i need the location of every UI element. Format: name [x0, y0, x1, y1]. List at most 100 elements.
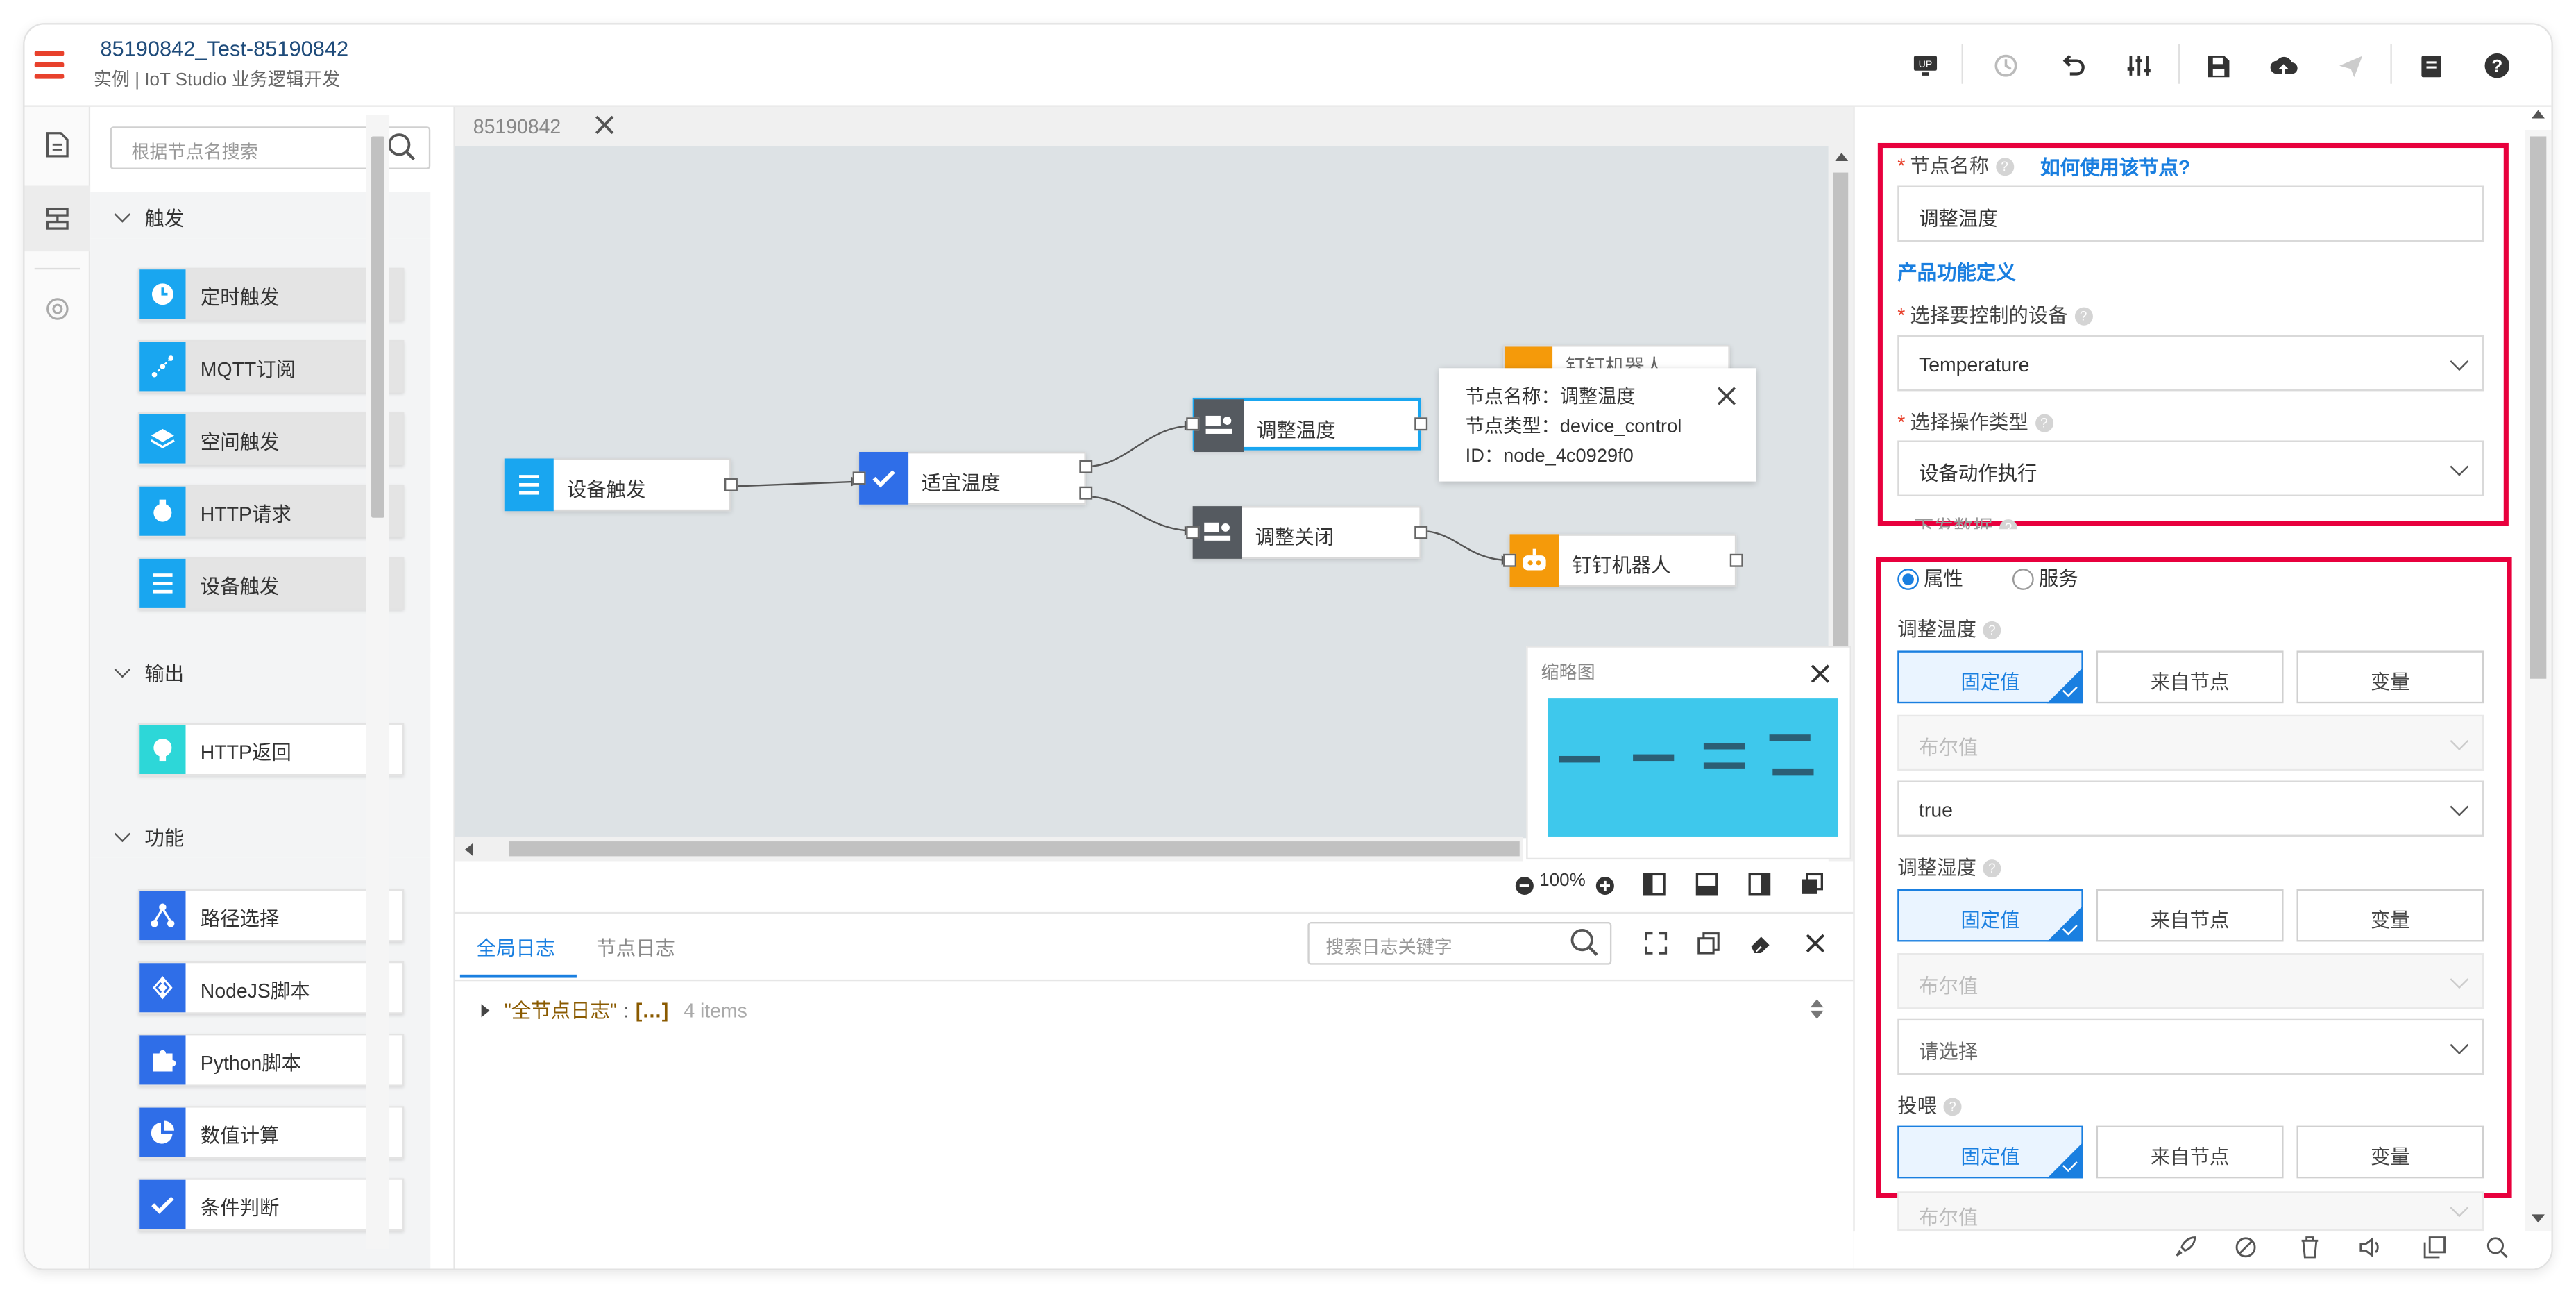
toggle-bottom-panel-icon[interactable] — [1695, 873, 1718, 896]
output-port[interactable] — [1414, 526, 1428, 539]
document-icon[interactable] — [2414, 48, 2450, 84]
segment-fixed-value[interactable]: 固定值 — [1897, 1125, 2083, 1179]
node-device-trigger[interactable]: 设备触发 — [504, 458, 738, 512]
segment-from-node[interactable]: 来自节点 — [2096, 889, 2284, 942]
trash-icon[interactable] — [2295, 1232, 2325, 1262]
output-port[interactable] — [1414, 417, 1428, 431]
fullscreen-icon[interactable] — [1645, 932, 1668, 955]
copy-icon[interactable] — [1697, 932, 1720, 955]
tab-node-log[interactable]: 节点日志 — [596, 934, 675, 961]
nodes-icon[interactable] — [24, 185, 91, 252]
palette-item-timer[interactable]: 定时触发 — [137, 267, 405, 321]
palette-item-http-response[interactable]: HTTP返回 — [137, 723, 405, 776]
palette-item-mqtt[interactable]: MQTT订阅 — [137, 340, 405, 393]
radio-property[interactable]: 属性 — [1897, 564, 1963, 591]
node-dingtalk-robot[interactable]: 钉钉机器人 — [1503, 534, 1743, 587]
zoom-out-icon[interactable] — [1515, 874, 1534, 895]
how-to-use-link[interactable]: 如何使用该节点? — [2040, 153, 2190, 180]
help-circle-icon[interactable]: ? — [1983, 859, 2001, 878]
config-scroll-thumb[interactable] — [2530, 136, 2547, 679]
input-port[interactable] — [1503, 553, 1517, 567]
segment-fixed-value[interactable]: 固定值 — [1897, 889, 2083, 942]
help-circle-icon[interactable]: ? — [1995, 158, 2014, 177]
node-adjust-close[interactable]: 调整关闭 — [1186, 506, 1428, 559]
log-search-input[interactable]: 搜索日志关键字 — [1307, 922, 1612, 965]
scroll-up-arrow[interactable] — [1835, 153, 1849, 161]
close-minimap-icon[interactable] — [1811, 662, 1830, 683]
help-circle-icon[interactable]: ? — [2074, 308, 2093, 326]
tab-global-log[interactable]: 全局日志 — [477, 934, 556, 961]
segment-variable[interactable]: 变量 — [2296, 1125, 2484, 1179]
undo-icon[interactable] — [2055, 48, 2091, 84]
param-value-select[interactable]: 请选择 — [1897, 1018, 2484, 1075]
output-port[interactable] — [1729, 553, 1743, 567]
scroll-left-arrow[interactable] — [464, 843, 473, 857]
close-log-icon[interactable] — [1804, 932, 1827, 955]
input-port[interactable] — [1186, 417, 1200, 431]
canvas-hscroll-thumb[interactable] — [509, 841, 1520, 857]
node-temp-check[interactable]: 适宜温度 — [852, 452, 1093, 505]
input-port[interactable] — [1186, 526, 1200, 539]
help-icon[interactable]: ? — [2479, 48, 2515, 84]
history-icon[interactable] — [1988, 48, 2024, 84]
component-icon[interactable] — [25, 276, 91, 342]
palette-item-route[interactable]: 路径选择 — [137, 889, 405, 942]
file-icon[interactable] — [25, 112, 91, 178]
settings-sliders-icon[interactable] — [2121, 48, 2157, 84]
segment-variable[interactable]: 变量 — [2296, 889, 2484, 942]
log-entry[interactable]: "全节点日志": […] 4 items — [481, 996, 747, 1024]
help-circle-icon[interactable]: ? — [2035, 414, 2053, 433]
toggle-right-panel-icon[interactable] — [1748, 873, 1771, 896]
segment-variable[interactable]: 变量 — [2296, 650, 2484, 704]
palette-scroll-thumb[interactable] — [371, 136, 384, 518]
product-definition-link[interactable]: 产品功能定义 — [1897, 258, 2015, 286]
rocket-icon[interactable] — [2170, 1232, 2200, 1262]
preview-icon[interactable]: UP — [1907, 48, 1943, 84]
menu-icon[interactable] — [34, 51, 65, 79]
palette-item-device-trigger[interactable]: 设备触发 — [137, 557, 405, 610]
save-icon[interactable] — [2200, 48, 2236, 84]
search-icon[interactable] — [1569, 927, 1602, 959]
chevron-down-icon — [114, 825, 131, 843]
volume-icon[interactable] — [2356, 1232, 2386, 1262]
palette-item-space-trigger[interactable]: 空间触发 — [137, 412, 405, 465]
op-type-select[interactable]: 设备动作执行 — [1897, 440, 2484, 496]
output-port[interactable] — [1079, 486, 1093, 500]
segment-from-node[interactable]: 来自节点 — [2096, 650, 2284, 704]
scroll-up-arrow[interactable] — [2532, 110, 2545, 119]
node-adjust-temp[interactable]: 调整温度 — [1186, 397, 1428, 453]
param-value-select[interactable]: true — [1897, 780, 2484, 837]
input-port[interactable] — [852, 471, 866, 485]
palette-item-condition[interactable]: 条件判断 — [137, 1178, 405, 1232]
segment-from-node[interactable]: 来自节点 — [2096, 1125, 2284, 1179]
close-tooltip-icon[interactable] — [1715, 385, 1738, 407]
deploy-cloud-icon[interactable] — [2266, 48, 2302, 84]
output-port[interactable] — [724, 478, 738, 491]
minimap-viewport[interactable] — [1547, 698, 1839, 837]
scroll-down-arrow[interactable] — [2532, 1214, 2545, 1223]
zoom-in-icon[interactable] — [1595, 874, 1615, 895]
duplicate-icon[interactable] — [2420, 1232, 2450, 1262]
radio-service[interactable]: 服务 — [2012, 564, 2078, 591]
minimap-toggle-icon[interactable] — [1801, 873, 1824, 896]
device-select[interactable]: Temperature — [1897, 335, 2484, 392]
toggle-left-panel-icon[interactable] — [1643, 873, 1666, 896]
search-icon[interactable] — [386, 131, 418, 164]
publish-icon[interactable] — [2333, 48, 2369, 84]
palette-item-python[interactable]: Python脚本 — [137, 1034, 405, 1086]
segment-fixed-value[interactable]: 固定值 — [1897, 650, 2083, 704]
eraser-icon[interactable] — [1749, 932, 1772, 955]
palette-item-nodejs[interactable]: NodeJS脚本 — [137, 961, 405, 1014]
expand-caret-icon[interactable] — [481, 1004, 490, 1018]
no-fly-icon[interactable] — [2231, 1232, 2261, 1262]
palette-item-http-request[interactable]: HTTP请求 — [137, 485, 405, 538]
output-port[interactable] — [1079, 460, 1093, 473]
close-tab-icon[interactable] — [593, 113, 616, 136]
search-icon[interactable] — [2482, 1232, 2512, 1262]
help-circle-icon[interactable]: ? — [1983, 621, 2001, 640]
sort-arrows-icon[interactable] — [1807, 998, 1827, 1020]
palette-item-calc[interactable]: 数值计算 — [137, 1106, 405, 1159]
node-name-input[interactable]: 调整温度 — [1897, 185, 2484, 242]
help-circle-icon[interactable]: ? — [1943, 1098, 1962, 1117]
canvas-vscroll-thumb[interactable] — [1833, 172, 1849, 657]
